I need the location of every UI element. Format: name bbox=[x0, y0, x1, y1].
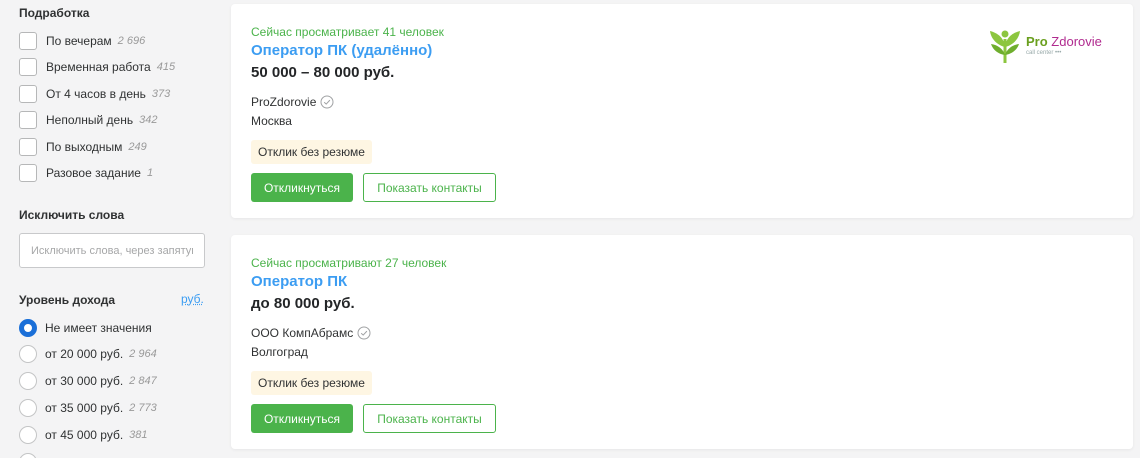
income-option-30000[interactable]: от 30 000 руб. 2 847 bbox=[19, 371, 157, 391]
currency-switch-link[interactable]: руб. bbox=[181, 292, 204, 306]
vacancy-salary: до 80 000 руб. bbox=[251, 295, 355, 312]
option-label: от 20 000 руб. bbox=[45, 347, 124, 361]
option-count: 249 bbox=[128, 141, 147, 153]
option-count: 342 bbox=[139, 114, 158, 126]
vacancy-city: Волгоград bbox=[251, 345, 308, 359]
checkbox[interactable] bbox=[19, 85, 37, 103]
income-filter-title: Уровень дохода bbox=[19, 293, 116, 307]
company-link[interactable]: ООО КомпАбрамс bbox=[251, 326, 371, 340]
verified-check-icon bbox=[357, 326, 371, 340]
option-label: Разовое задание bbox=[46, 166, 141, 180]
income-option-35000[interactable]: от 35 000 руб. 2 773 bbox=[19, 398, 157, 418]
checkbox[interactable] bbox=[19, 164, 37, 182]
option-count: 415 bbox=[156, 61, 176, 73]
logo-tagline: call center ••• bbox=[1026, 49, 1062, 56]
filter-option-temporary[interactable]: Временная работа 415 bbox=[19, 57, 175, 77]
logo-name-text: Zdorovie bbox=[1051, 33, 1102, 49]
viewers-count: Сейчас просматривает 41 человек bbox=[251, 25, 444, 39]
filter-option-4-hours[interactable]: От 4 часов в день 373 bbox=[19, 84, 170, 104]
filter-option-one-time[interactable]: Разовое задание 1 bbox=[19, 163, 153, 183]
exclude-words-title: Исключить слова bbox=[19, 208, 125, 222]
vacancy-card: Сейчас просматривает 41 человек Оператор… bbox=[231, 4, 1133, 218]
company-name: ProZdorovie bbox=[251, 95, 317, 109]
checkbox[interactable] bbox=[19, 111, 37, 129]
respond-button[interactable]: Откликнуться bbox=[251, 404, 353, 433]
option-label: от 35 000 руб. bbox=[45, 401, 124, 415]
radio[interactable] bbox=[19, 453, 37, 458]
respond-button[interactable]: Откликнуться bbox=[251, 173, 353, 202]
option-count: 2 773 bbox=[129, 402, 157, 414]
filter-option-part-day[interactable]: Неполный день 342 bbox=[19, 110, 157, 130]
no-resume-badge: Отклик без резюме bbox=[251, 371, 372, 395]
vacancy-title-link[interactable]: Оператор ПК bbox=[251, 273, 347, 290]
verified-check-icon bbox=[320, 95, 334, 109]
company-link[interactable]: ProZdorovie bbox=[251, 95, 334, 109]
filter-option-evenings[interactable]: По вечерам 2 696 bbox=[19, 31, 145, 51]
income-option-any[interactable]: Не имеет значения bbox=[19, 318, 152, 338]
option-label: от 45 000 руб. bbox=[45, 428, 124, 442]
green-leaves-logo-icon bbox=[990, 30, 1020, 63]
option-label: По вечерам bbox=[46, 34, 112, 48]
radio[interactable] bbox=[19, 399, 37, 417]
filter-option-weekends[interactable]: По выходным 249 bbox=[19, 137, 147, 157]
exclude-words-input[interactable] bbox=[19, 233, 205, 268]
viewers-count: Сейчас просматривают 27 человек bbox=[251, 256, 447, 270]
vacancy-title-link[interactable]: Оператор ПК (удалённо) bbox=[251, 42, 432, 59]
option-label: Не имеет значения bbox=[45, 321, 152, 335]
option-label: Временная работа bbox=[46, 60, 151, 74]
radio[interactable] bbox=[19, 372, 37, 390]
company-name: ООО КомпАбрамс bbox=[251, 326, 354, 340]
checkbox[interactable] bbox=[19, 58, 37, 76]
radio-selected[interactable] bbox=[19, 319, 37, 337]
company-logo[interactable]: Pro Zdorovie call center ••• bbox=[988, 22, 1118, 68]
option-label: Неполный день bbox=[46, 113, 134, 127]
option-label: От 4 часов в день bbox=[46, 87, 146, 101]
option-count: 2 696 bbox=[117, 35, 146, 47]
no-resume-badge: Отклик без резюме bbox=[251, 140, 372, 164]
checkbox[interactable] bbox=[19, 32, 37, 50]
option-count: 373 bbox=[151, 88, 171, 100]
filters-sidebar: Подработка По вечерам 2 696 Временная ра… bbox=[0, 0, 215, 458]
income-option-more[interactable] bbox=[19, 452, 45, 458]
vacancy-city: Москва bbox=[251, 114, 292, 128]
radio[interactable] bbox=[19, 345, 37, 363]
show-contacts-button[interactable]: Показать контакты bbox=[363, 173, 496, 202]
vacancy-salary: 50 000 – 80 000 руб. bbox=[251, 64, 395, 81]
option-count: 381 bbox=[129, 429, 148, 441]
option-label: от 30 000 руб. bbox=[45, 374, 124, 388]
income-option-20000[interactable]: от 20 000 руб. 2 964 bbox=[19, 344, 157, 364]
option-count: 2 847 bbox=[129, 375, 157, 387]
radio[interactable] bbox=[19, 426, 37, 444]
vacancy-card: Сейчас просматривают 27 человек Оператор… bbox=[231, 235, 1133, 449]
parttime-filter-title: Подработка bbox=[19, 6, 90, 20]
income-option-45000[interactable]: от 45 000 руб. 381 bbox=[19, 425, 148, 445]
option-label: По выходным bbox=[46, 140, 123, 154]
option-count: 1 bbox=[146, 167, 154, 179]
option-count: 2 964 bbox=[129, 348, 157, 360]
logo-pro-text: Pro bbox=[1026, 33, 1048, 49]
checkbox[interactable] bbox=[19, 138, 37, 156]
show-contacts-button[interactable]: Показать контакты bbox=[363, 404, 496, 433]
